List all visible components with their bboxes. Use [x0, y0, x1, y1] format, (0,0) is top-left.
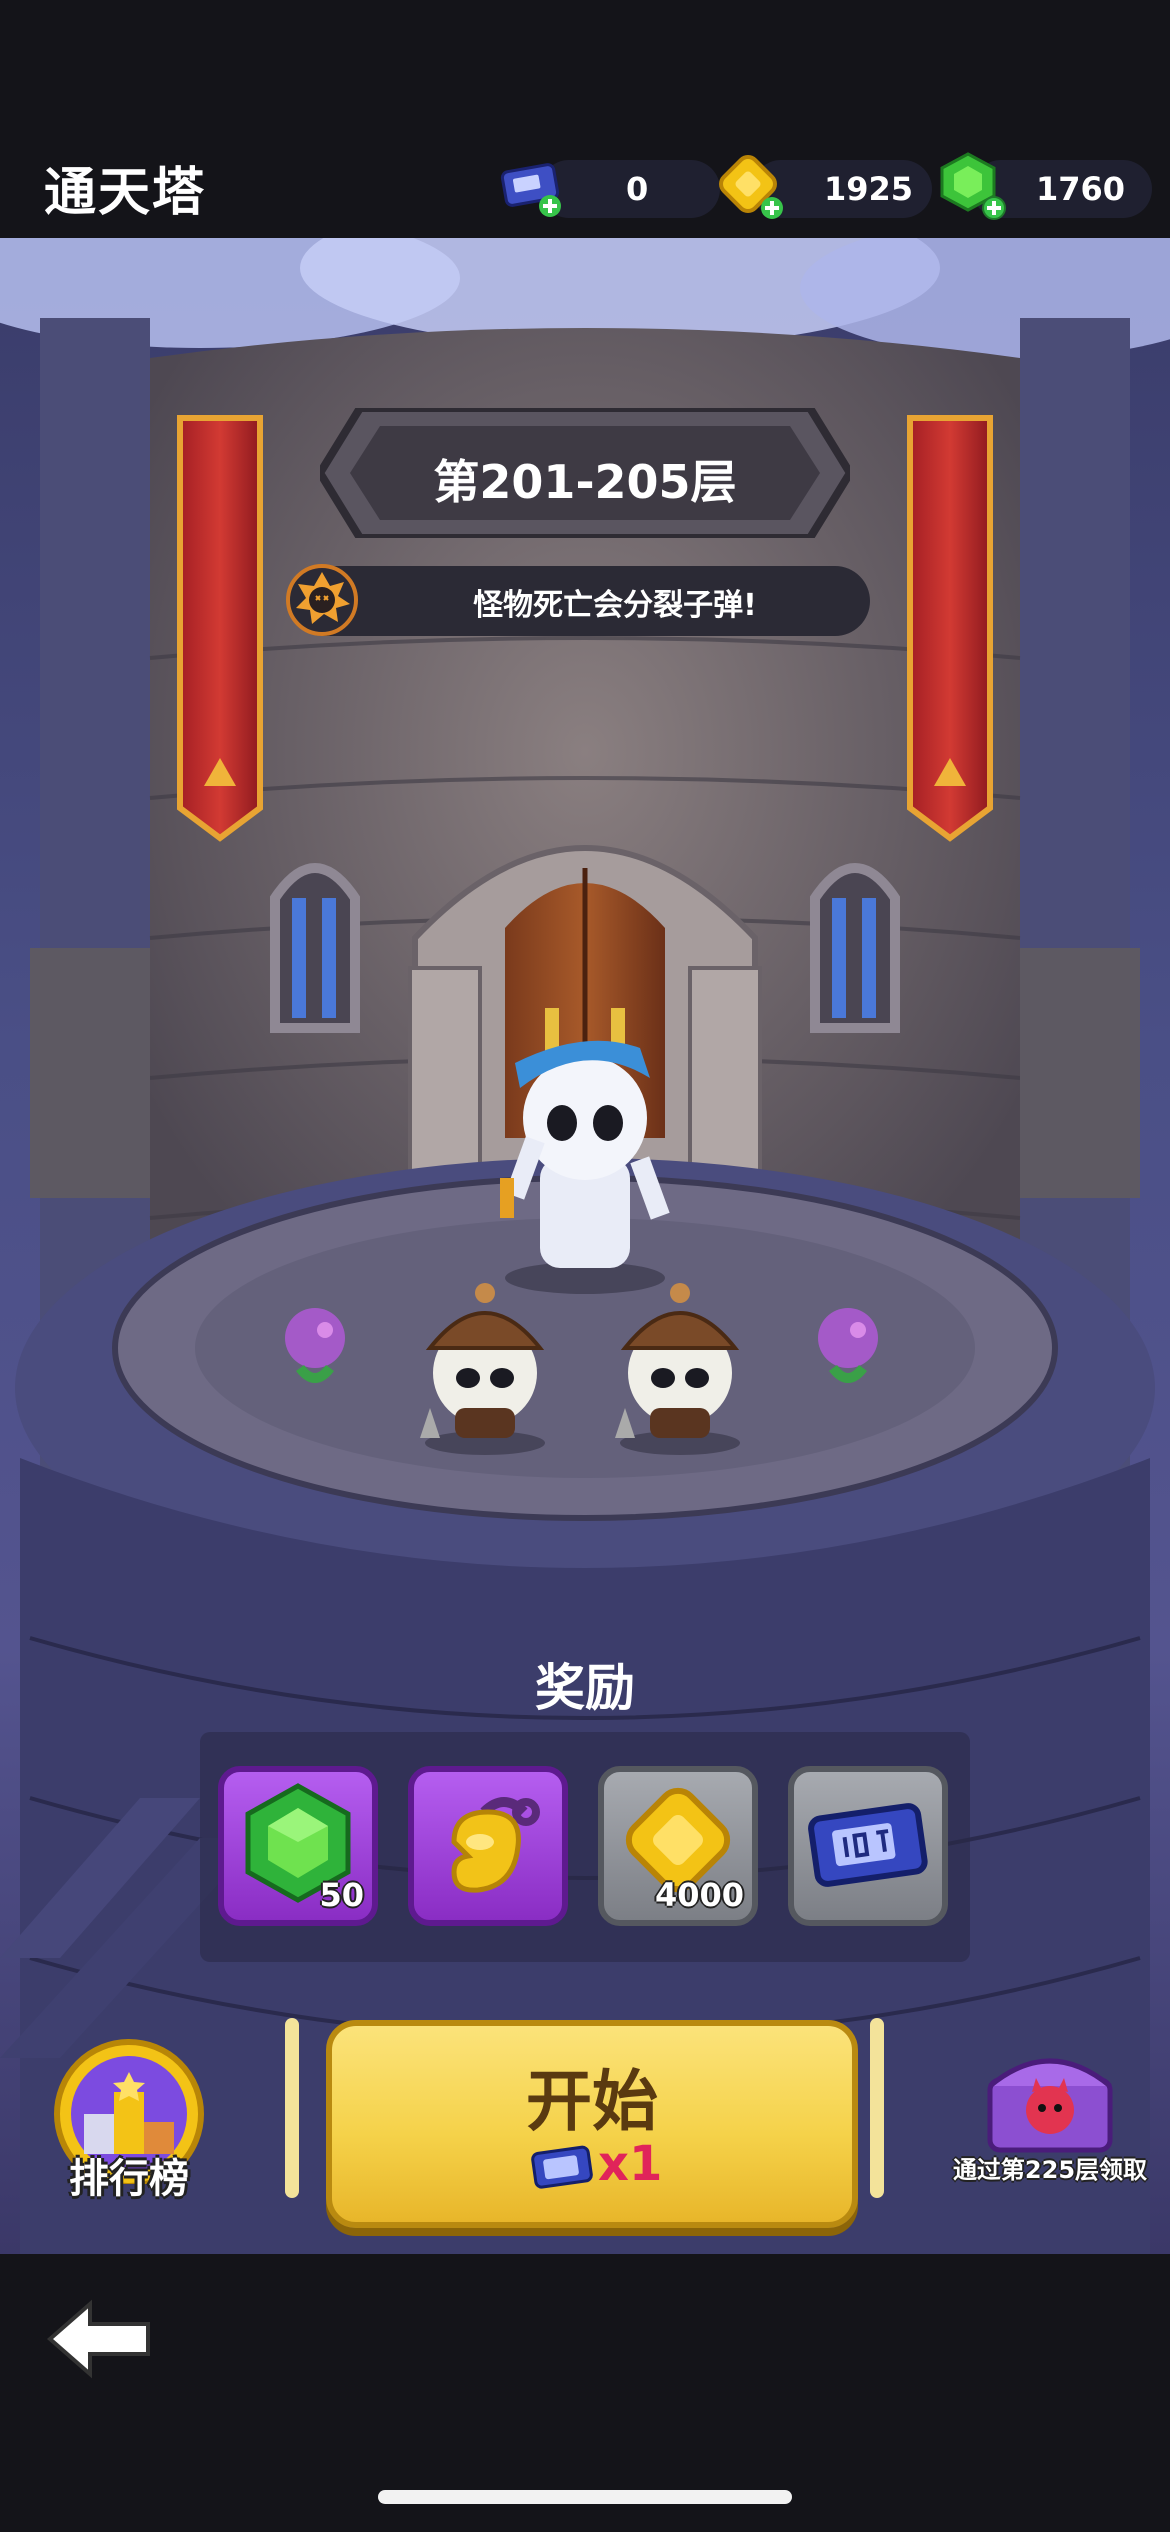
start-cost: x1 — [598, 2136, 663, 2192]
tower-scene: 第201-205层 怪物死亡会分裂子弹! 奖励 — [0, 238, 1170, 2254]
floor-range-plate: 第201-205层 — [320, 408, 850, 538]
modifier-pill: 怪物死亡会分裂子弹! — [286, 564, 870, 636]
reward-item-gem[interactable]: 50 — [218, 1766, 378, 1926]
emerald-gem-icon — [940, 152, 1006, 220]
floor-chest-reward[interactable]: 通过第225层领取 — [940, 2046, 1160, 2186]
ticket-count: 0 — [626, 170, 649, 208]
leaderboard-button[interactable]: 排行榜 — [44, 2034, 214, 2204]
gold-add-button[interactable] — [716, 152, 786, 222]
reward-item-key[interactable] — [408, 1766, 568, 1926]
chest-label: 通过第225层领取 — [952, 2156, 1148, 2184]
ticket-icon — [808, 1803, 928, 1887]
page-title: 通天塔 — [44, 163, 207, 223]
reward-count: 4000 — [654, 1876, 744, 1914]
home-indicator[interactable] — [378, 2490, 792, 2504]
leaderboard-label: 排行榜 — [69, 2156, 189, 2202]
rewards-title: 奖励 — [535, 1659, 635, 1717]
reward-item-ticket[interactable] — [788, 1766, 948, 1926]
back-arrow-icon — [46, 2299, 150, 2379]
modifier-text: 怪物死亡会分裂子弹! — [473, 588, 757, 623]
skull-bomb-icon — [284, 562, 360, 638]
devil-chest-icon — [987, 2058, 1113, 2153]
gem-count: 1760 — [1036, 170, 1126, 208]
ticket-counter: 0 — [540, 160, 720, 218]
bottom-bar — [0, 2254, 1170, 2532]
ticket-add-button[interactable] — [500, 160, 566, 217]
back-button[interactable] — [44, 2294, 154, 2384]
floor-range: 第201-205层 — [433, 455, 737, 509]
golden-key-icon — [451, 1797, 540, 1893]
reward-item-gold[interactable]: 4000 — [598, 1766, 758, 1926]
start-label: 开始 — [526, 2063, 658, 2140]
gold-coin-icon — [719, 155, 783, 219]
reward-count: 50 — [319, 1876, 364, 1914]
gem-add-button[interactable] — [936, 150, 1008, 222]
ticket-icon — [528, 2142, 598, 2192]
top-bar: 通天塔 0 1925 1760 — [0, 0, 1170, 238]
gold-count: 1925 — [824, 170, 914, 208]
ticket-icon — [500, 163, 561, 217]
start-button[interactable]: 开始 x1 — [326, 2020, 858, 2228]
